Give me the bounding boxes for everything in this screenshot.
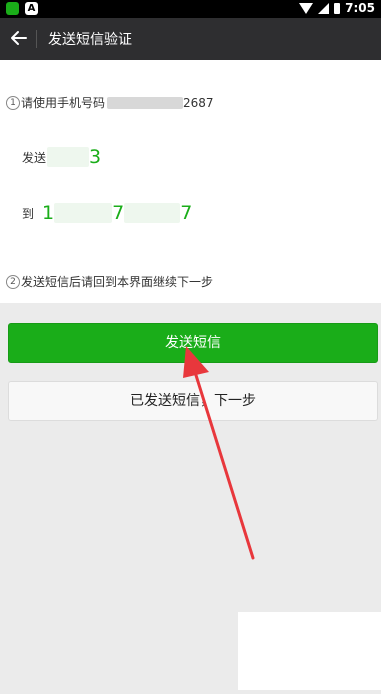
status-bar: A 7:05 <box>0 0 381 18</box>
step-2: 2 发送短信后请回到本界面继续下一步 <box>6 273 213 290</box>
step-1-number: 1 <box>6 95 20 110</box>
step-2-number: 2 <box>6 274 20 289</box>
app-notification-icon <box>6 2 19 15</box>
step-1: 1 请使用手机号码 2687 <box>6 94 214 111</box>
clock: 7:05 <box>345 1 375 15</box>
phone-blur <box>107 96 184 109</box>
target-number-line: 到 1 7 7 <box>22 202 192 224</box>
instructions-card: 1 请使用手机号码 2687 发送 3 到 1 7 7 2 发送短信后请回到本界… <box>0 60 381 303</box>
phone-suffix: 2687 <box>183 95 214 110</box>
sms-code: 3 <box>89 146 102 168</box>
step-1-text: 请使用手机号码 <box>21 96 106 110</box>
target-number-start: 1 <box>42 202 55 224</box>
target-number-middle: 7 <box>112 202 125 224</box>
send-code-line: 发送 3 <box>22 146 101 168</box>
blank-panel <box>238 612 381 690</box>
step-2-text: 发送短信后请回到本界面继续下一步 <box>21 275 214 289</box>
number-blur-1 <box>54 203 113 223</box>
target-number-end: 7 <box>180 202 193 224</box>
wifi-icon <box>299 2 314 14</box>
title-divider <box>36 30 37 48</box>
signal-icon <box>318 2 330 14</box>
page-title: 发送短信验证 <box>48 32 132 48</box>
to-label: 到 <box>22 206 35 221</box>
back-arrow-icon[interactable] <box>10 28 28 48</box>
title-bar: 发送短信验证 <box>0 18 381 60</box>
sent-next-button[interactable]: 已发送短信，下一步 <box>8 381 378 421</box>
battery-icon <box>334 2 341 14</box>
code-blur <box>47 147 90 167</box>
number-blur-2 <box>124 203 181 223</box>
send-sms-button[interactable]: 发送短信 <box>8 323 378 363</box>
notification-a-icon: A <box>25 2 38 15</box>
send-label: 发送 <box>22 150 47 165</box>
